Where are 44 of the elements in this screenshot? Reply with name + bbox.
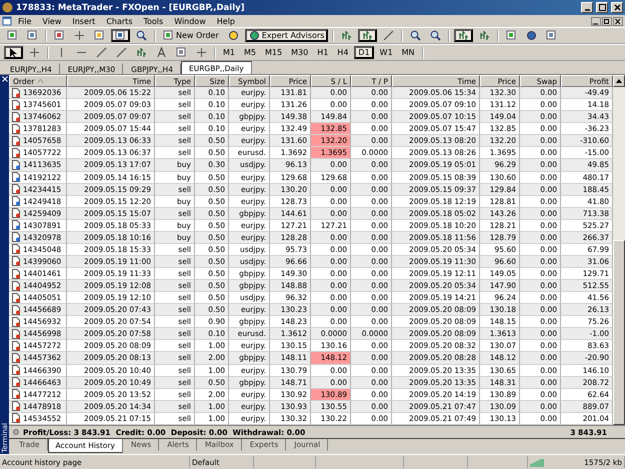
up-arrow-icon xyxy=(616,79,622,83)
timeframe-button[interactable]: H1 xyxy=(314,46,332,59)
menu-item[interactable]: File xyxy=(13,16,36,26)
cursor-button[interactable] xyxy=(4,46,23,59)
terminal-button[interactable] xyxy=(111,29,130,42)
crosshair-icon xyxy=(74,30,85,41)
scroll-up-button[interactable] xyxy=(613,75,625,87)
crosshair-icon xyxy=(29,47,40,58)
diagonal-line-icon xyxy=(96,47,107,58)
timeframe-button[interactable]: M15 xyxy=(262,46,286,59)
menu-item[interactable]: Tools xyxy=(138,16,168,26)
zoom-out-icon xyxy=(430,30,442,41)
connection-bars-icon xyxy=(530,458,544,466)
menu-item[interactable]: Insert xyxy=(67,16,100,26)
menu-item[interactable]: Window xyxy=(169,16,211,26)
cursor-icon xyxy=(8,47,19,58)
timeframe-button[interactable]: MN xyxy=(398,46,418,59)
autoscroll-button[interactable] xyxy=(454,29,474,42)
menu-item[interactable]: Help xyxy=(212,16,240,26)
candles-icon xyxy=(362,30,374,41)
timeframe-button[interactable]: D1 xyxy=(354,46,374,59)
timeframe-button[interactable]: M5 xyxy=(241,46,259,59)
status-dot-icon xyxy=(13,429,19,435)
menu-item[interactable]: Charts xyxy=(101,16,138,26)
timeframe-button[interactable]: H4 xyxy=(334,46,352,59)
app-icon xyxy=(2,2,13,13)
window-title: 178833: MetaTrader - FXOpen - [EURGBP,,Daily] xyxy=(16,2,246,12)
expert-advisors-button[interactable]: Expert Advisors xyxy=(244,29,328,42)
minimize-icon[interactable] xyxy=(591,16,601,26)
magnifier-icon xyxy=(136,30,147,41)
restore-icon[interactable] xyxy=(602,16,612,26)
timeframe-button[interactable]: W1 xyxy=(376,46,396,59)
letter-icon xyxy=(156,47,167,58)
zoom-in-icon xyxy=(410,30,422,41)
new-order-button[interactable]: New Order xyxy=(160,29,222,42)
close-icon[interactable] xyxy=(613,16,623,26)
line-chart-icon xyxy=(383,30,394,41)
bars-icon xyxy=(341,30,352,41)
menu-item[interactable]: View xyxy=(37,16,66,26)
timeframe-button[interactable]: M30 xyxy=(288,46,312,59)
scrollbar-thumb[interactable] xyxy=(613,240,625,425)
maximize-icon[interactable] xyxy=(596,2,608,13)
candle-chart-button[interactable] xyxy=(358,29,378,42)
timeframe-button[interactable]: M1 xyxy=(220,46,238,59)
